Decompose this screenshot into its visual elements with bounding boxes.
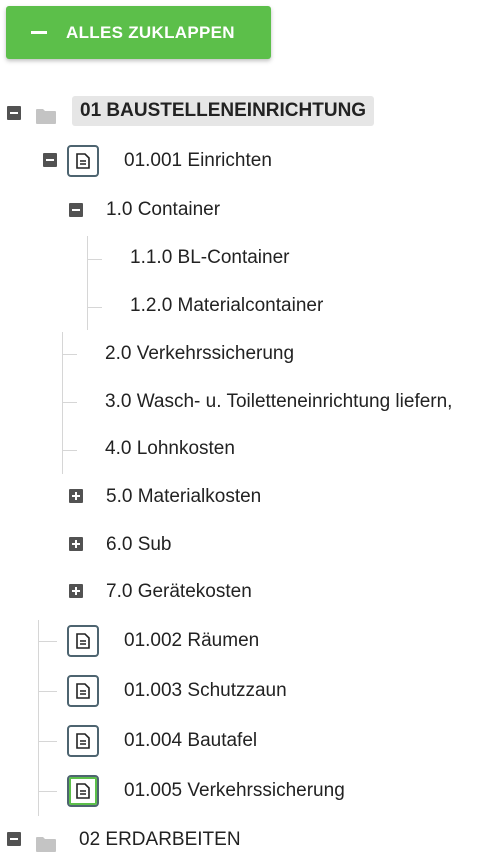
document-icon	[67, 675, 99, 707]
tree-node-label[interactable]: 01.002 Räumen	[124, 630, 259, 652]
tree-connector	[63, 354, 77, 355]
collapse-minus-icon[interactable]	[69, 203, 83, 217]
expand-plus-icon[interactable]	[69, 537, 83, 551]
tree-node-label[interactable]: 01.003 Schutzzaun	[124, 680, 287, 702]
collapse-minus-icon[interactable]	[43, 153, 57, 167]
tree-guide-line	[38, 620, 39, 816]
document-icon	[67, 725, 99, 757]
collapse-minus-icon[interactable]	[7, 106, 21, 120]
tree-connector	[39, 791, 57, 792]
tree-node-label[interactable]: 01.001 Einrichten	[124, 150, 272, 172]
tree-node-label[interactable]: 1.2.0 Materialcontainer	[130, 295, 323, 317]
collapse-all-button[interactable]: ALLES ZUKLAPPEN	[6, 6, 271, 59]
expand-plus-icon[interactable]	[69, 489, 83, 503]
expand-plus-icon[interactable]	[69, 584, 83, 598]
document-icon	[67, 775, 99, 807]
tree-connector	[39, 691, 57, 692]
minus-icon	[31, 31, 47, 34]
tree-connector	[63, 450, 77, 451]
tree-node-label[interactable]: 7.0 Gerätekosten	[106, 581, 252, 603]
document-icon	[67, 145, 99, 177]
tree-connector	[63, 402, 77, 403]
tree-guide-line	[87, 236, 88, 330]
tree-node-label[interactable]: 01.004 Bautafel	[124, 730, 257, 752]
tree-node-label[interactable]: 1.1.0 BL-Container	[130, 247, 290, 269]
collapse-minus-icon[interactable]	[7, 832, 21, 846]
tree-node-label[interactable]: 01.005 Verkehrssicherung	[124, 780, 345, 802]
tree-node-label[interactable]: 6.0 Sub	[106, 534, 172, 556]
collapse-all-label: ALLES ZUKLAPPEN	[66, 22, 235, 42]
tree-node-label[interactable]: 4.0 Lohnkosten	[105, 438, 235, 460]
folder-icon	[36, 837, 56, 852]
tree-node-label[interactable]: 1.0 Container	[106, 199, 220, 221]
tree-connector	[88, 259, 102, 260]
tree-connector	[88, 307, 102, 308]
tree-node-label[interactable]: 5.0 Materialkosten	[106, 486, 261, 508]
tree-node-label[interactable]: 01 BAUSTELLENEINRICHTUNG	[72, 96, 375, 126]
tree-panel: ALLES ZUKLAPPEN 01 BAUSTELLENEINRICHTUNG…	[0, 0, 502, 866]
tree-node-label[interactable]: 3.0 Wasch- u. Toiletteneinrichtung liefe…	[105, 391, 452, 413]
folder-icon	[36, 109, 56, 124]
tree-node-label[interactable]: 2.0 Verkehrssicherung	[105, 343, 294, 365]
tree-connector	[39, 741, 57, 742]
tree-node-label[interactable]: 02 ERDARBEITEN	[79, 829, 241, 851]
document-icon	[67, 625, 99, 657]
tree-connector	[39, 641, 57, 642]
